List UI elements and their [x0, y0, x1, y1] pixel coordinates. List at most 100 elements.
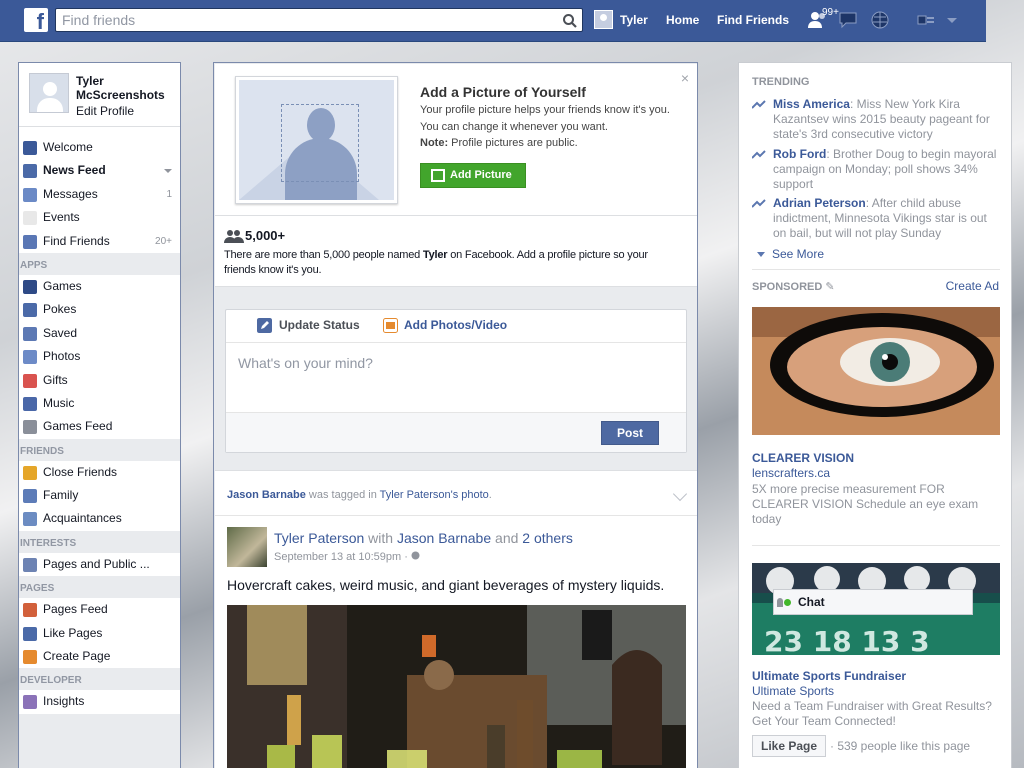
profile-link[interactable]: Tyler: [620, 13, 648, 27]
music-icon: [23, 396, 37, 411]
user-avatar[interactable]: [594, 10, 613, 29]
sidebar-item-label: Create Page: [43, 649, 111, 664]
online-status-icon: [784, 599, 791, 606]
trending-arrow-icon: [752, 150, 766, 159]
sidebar-item-pages-feed[interactable]: Pages Feed: [19, 598, 180, 621]
sidebar-item-news-feed[interactable]: News Feed: [19, 159, 180, 182]
pages-section-title: PAGES: [20, 583, 55, 595]
interests-list: Pages and Public ...: [19, 552, 180, 577]
trending-item[interactable]: Adrian Peterson: After child abuse indic…: [752, 196, 997, 241]
author-avatar[interactable]: [227, 527, 267, 567]
notifications-globe-icon[interactable]: [869, 10, 891, 30]
profile-picture-frame[interactable]: [235, 76, 398, 204]
photo-owner-link[interactable]: Tyler Paterson's: [380, 489, 459, 501]
ad-image-eyeglasses[interactable]: [752, 307, 1000, 435]
privacy-shortcuts-icon[interactable]: [915, 10, 937, 30]
sidebar-item-games[interactable]: Games: [19, 275, 180, 298]
ad1-title[interactable]: CLEARER VISION: [752, 451, 854, 465]
profile-name[interactable]: Tyler McScreenshots: [76, 74, 176, 102]
sidebar-item-label: Find Friends: [43, 233, 110, 248]
chevron-down-icon[interactable]: [672, 486, 688, 502]
games-feed-icon: [23, 420, 37, 435]
sidebar-item-games-feed[interactable]: Games Feed: [19, 415, 180, 438]
globe-privacy-icon[interactable]: [411, 551, 420, 560]
like-page-button[interactable]: Like Page: [752, 735, 826, 757]
ad2-link[interactable]: Ultimate Sports: [752, 684, 834, 698]
messages-icon[interactable]: [838, 10, 860, 30]
sidebar-item-pages-and-public[interactable]: Pages and Public ...: [19, 553, 180, 576]
flag-icon: [23, 603, 37, 618]
people-named-card: 5,000+ There are more than 5,000 people …: [215, 216, 697, 287]
sidebar-item-insights[interactable]: Insights: [19, 690, 180, 713]
photo-link[interactable]: photo: [461, 489, 489, 501]
chevron-down-icon[interactable]: [164, 169, 172, 174]
sidebar-item-pokes[interactable]: Pokes: [19, 298, 180, 321]
story-author-line: Tyler Paterson with Jason Barnabe and 2 …: [274, 530, 573, 546]
sidebar-item-label: Events: [43, 210, 80, 225]
svg-text:23 18 13 3: 23 18 13 3: [764, 625, 930, 655]
sidebar-item-count: 1: [166, 188, 172, 200]
profile-summary: Tyler McScreenshots Edit Profile: [19, 63, 180, 127]
sidebar-item-acquaintances[interactable]: Acquaintances: [19, 507, 180, 530]
see-more-link[interactable]: See More: [772, 247, 824, 261]
tab-update-status[interactable]: Update Status: [279, 318, 360, 332]
find-friends-link[interactable]: Find Friends: [717, 13, 789, 27]
sidebar-item-find-friends[interactable]: Find Friends 20+: [19, 230, 180, 253]
see-more-caret-icon: [757, 252, 765, 257]
right-sidebar: TRENDING Miss America: Miss New York Kir…: [738, 62, 1012, 768]
sidebar-item-photos[interactable]: Photos: [19, 345, 180, 368]
create-ad-link[interactable]: Create Ad: [946, 279, 999, 293]
sidebar-item-label: Saved: [43, 325, 78, 340]
photo-upload-icon: [431, 169, 445, 182]
profile-picture-placeholder[interactable]: [29, 73, 69, 113]
post-button[interactable]: Post: [601, 421, 659, 445]
edit-profile-link[interactable]: Edit Profile: [76, 104, 134, 118]
sidebar-item-messages[interactable]: Messages 1: [19, 183, 180, 206]
sidebar-item-saved[interactable]: Saved: [19, 322, 180, 345]
ad1-link[interactable]: lenscrafters.ca: [752, 466, 830, 480]
saved-icon: [23, 326, 37, 341]
home-link[interactable]: Home: [666, 13, 699, 27]
ad2-title[interactable]: Ultimate Sports Fundraiser: [752, 669, 906, 683]
games-icon: [23, 279, 37, 294]
favorites-list: Welcome News Feed Messages 1 Events Find Frie…: [19, 136, 180, 253]
status-input[interactable]: What's on your mind?: [238, 355, 373, 371]
sidebar-item-events[interactable]: Events: [19, 206, 180, 229]
calendar-icon: [23, 211, 37, 226]
apps-section-title: APPS: [20, 259, 48, 271]
sidebar-item-family[interactable]: Family: [19, 484, 180, 507]
trending-title: TRENDING: [752, 76, 810, 88]
top-navigation-bar: f Tyler Home Find Friends 99+: [0, 0, 986, 42]
add-picture-button[interactable]: Add Picture: [420, 163, 526, 188]
trending-item[interactable]: Rob Ford: Brother Doug to begin mayoral …: [752, 147, 997, 192]
others-link[interactable]: 2 others: [522, 530, 573, 546]
close-icon[interactable]: ×: [681, 70, 689, 86]
photos-icon: [23, 350, 37, 365]
tagged-person-link[interactable]: Jason Barnabe: [227, 489, 306, 501]
family-icon: [23, 489, 37, 504]
addpic-note: Note: Profile pictures are public.: [420, 137, 578, 149]
search-icon[interactable]: [562, 13, 578, 29]
with-person-link[interactable]: Jason Barnabe: [397, 530, 491, 546]
story-photo[interactable]: [227, 605, 686, 768]
author-link[interactable]: Tyler Paterson: [274, 530, 364, 546]
sidebar-item-welcome[interactable]: Welcome: [19, 136, 180, 159]
search-input[interactable]: [56, 9, 546, 31]
create-page-icon: [23, 650, 37, 665]
tab-add-photos-video[interactable]: Add Photos/Video: [404, 318, 507, 332]
sidebar-item-label: Family: [43, 488, 79, 503]
sidebar-item-gifts[interactable]: Gifts: [19, 369, 180, 392]
account-menu-icon[interactable]: [941, 10, 963, 30]
facebook-logo-icon[interactable]: f: [24, 8, 48, 32]
sponsored-title: SPONSORED ✎: [752, 281, 835, 293]
sidebar-item-like-pages[interactable]: Like Pages: [19, 622, 180, 645]
insights-icon: [23, 695, 37, 710]
sidebar-item-label: Photos: [43, 349, 81, 364]
chat-bar[interactable]: Chat: [773, 589, 973, 615]
trending-item[interactable]: Miss America: Miss New York Kira Kazants…: [752, 97, 997, 142]
status-composer: Update Status Add Photos/Video What's on…: [225, 309, 687, 453]
sidebar-item-create-page[interactable]: Create Page: [19, 645, 180, 668]
sidebar-item-close-friends[interactable]: Close Friends: [19, 461, 180, 484]
sidebar-item-label: Games Feed: [43, 419, 113, 434]
sidebar-item-music[interactable]: Music: [19, 392, 180, 415]
